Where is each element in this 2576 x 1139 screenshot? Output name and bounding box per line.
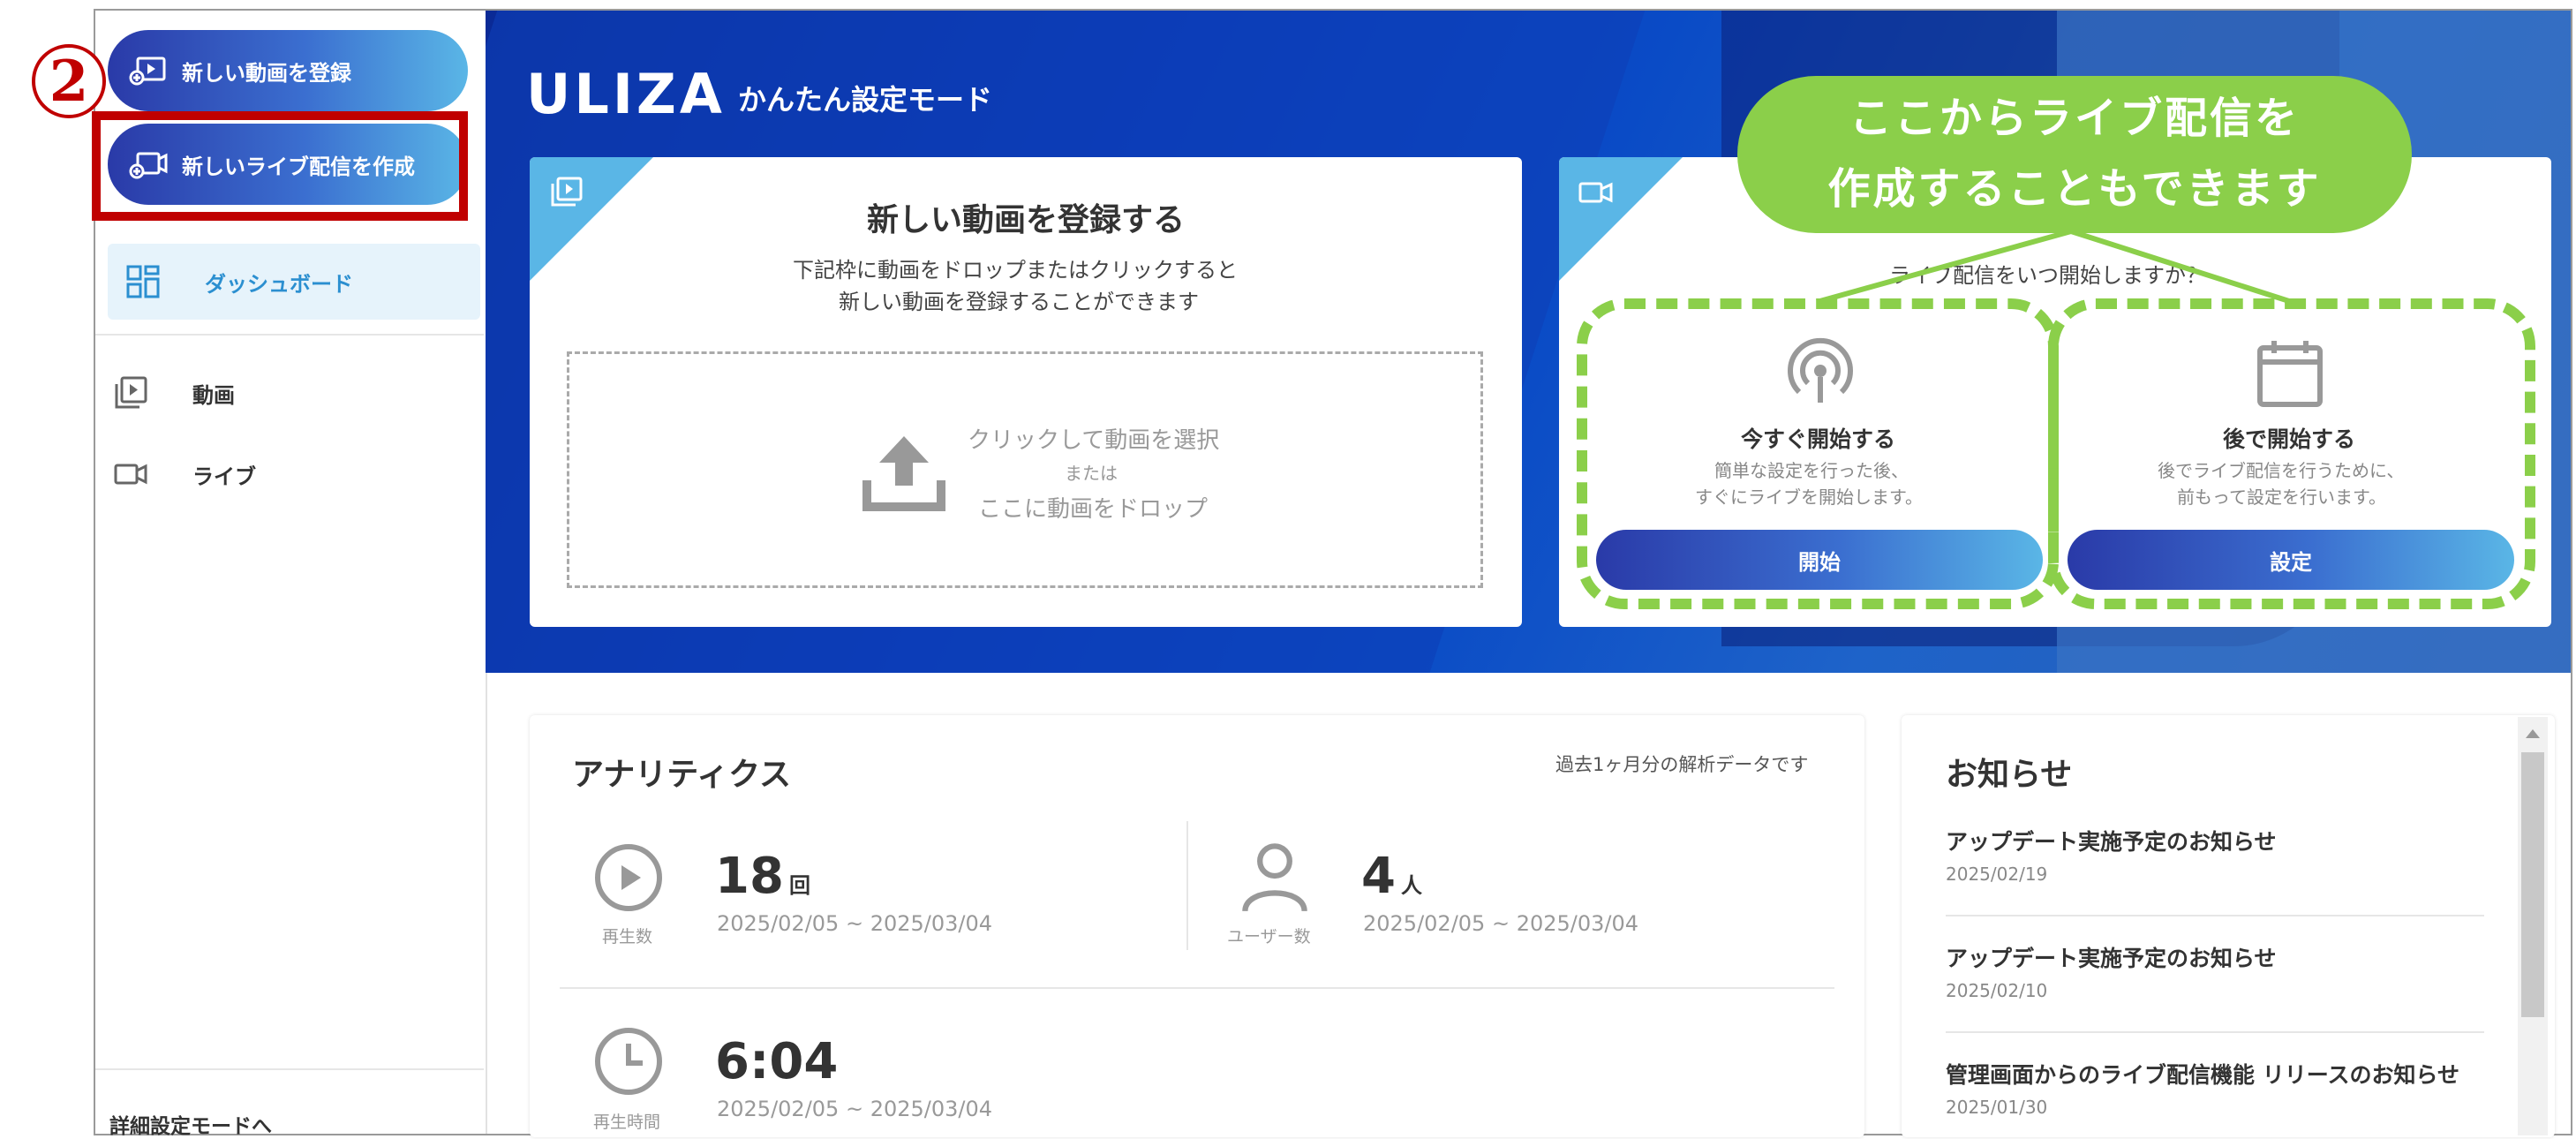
- users-value: 4人: [1361, 848, 1422, 905]
- news-divider: [1946, 915, 2484, 916]
- new-live-highlight: [92, 111, 468, 221]
- upload-icon: [862, 436, 945, 511]
- analytics-note: 過去1ヶ月分の解析データです: [1555, 754, 1809, 775]
- play-icon: [595, 844, 662, 911]
- dashboard-icon: [126, 265, 160, 298]
- plays-value: 18 回: [715, 848, 810, 905]
- sidebar-item-video[interactable]: 動画: [95, 355, 486, 431]
- users-range: 2025/02/05 ~ 2025/03/04: [1363, 911, 1639, 936]
- news-item-date: 2025/01/30: [1946, 1097, 2048, 1118]
- live-question: ライブ配信をいつ開始しますか？: [1889, 263, 2207, 288]
- dropzone-text-3: ここに動画をドロップ: [978, 496, 1209, 523]
- video-library-icon: [115, 376, 147, 409]
- scroll-up-arrow[interactable]: [2526, 729, 2540, 738]
- clock-icon: [595, 1028, 662, 1095]
- sidebar-item-label: ライブ: [192, 464, 256, 489]
- news-divider: [1946, 1031, 2484, 1033]
- analytics-title: アナリティクス: [572, 757, 792, 793]
- new-video-button[interactable]: 新しい動画を登録: [108, 30, 468, 111]
- callout-bubble: ここからライブ配信を 作成することもできます: [1737, 76, 2412, 233]
- plays-unit: 回: [788, 873, 810, 898]
- camera-icon: [114, 464, 147, 485]
- add-video-icon: [129, 57, 166, 86]
- users-unit: 人: [1400, 873, 1422, 898]
- news-title: お知らせ: [1946, 757, 2073, 793]
- time-value: 6:04: [715, 1033, 839, 1090]
- callout-line-1: ここからライブ配信を: [1849, 94, 2300, 143]
- news-item-date: 2025/02/10: [1946, 980, 2048, 1001]
- start-later-highlight: [2048, 298, 2535, 609]
- sidebar-item-label: 動画: [192, 382, 235, 408]
- users-number: 4: [1361, 848, 1396, 905]
- card-corner: [1559, 157, 1683, 281]
- dropzone-text-2: または: [1065, 463, 1118, 484]
- scrollbar-thumb[interactable]: [2521, 752, 2544, 1017]
- card-corner: [530, 157, 653, 281]
- advanced-mode-link[interactable]: 詳細設定モードへ: [109, 1109, 272, 1139]
- sidebar-item-dashboard[interactable]: ダッシュボード: [108, 244, 480, 320]
- user-icon: [1242, 843, 1307, 912]
- news-item-title[interactable]: アップデート実施予定のお知らせ: [1946, 941, 2277, 973]
- news-item-title[interactable]: アップデート実施予定のお知らせ: [1946, 825, 2277, 856]
- sidebar-footer-divider: [95, 1068, 484, 1070]
- news-scrollbar[interactable]: [2518, 717, 2548, 1135]
- news-item-date: 2025/02/19: [1946, 864, 2048, 885]
- mode-label: かんたん設定モード: [738, 83, 993, 117]
- plays-caption: 再生数: [602, 927, 653, 947]
- camera-icon: [1578, 182, 1613, 203]
- stat-divider-vertical: [1186, 821, 1188, 950]
- upload-card-title: 新しい動画を登録する: [867, 202, 1186, 238]
- video-library-icon: [551, 177, 583, 207]
- new-video-button-label: 新しい動画を登録: [182, 60, 351, 86]
- start-now-highlight: [1577, 298, 2059, 609]
- plays-number: 18: [715, 848, 784, 905]
- upload-card-desc-1: 下記枠に動画をドロップまたはクリックすると: [793, 258, 1238, 283]
- time-caption: 再生時間: [593, 1113, 661, 1132]
- stat-divider-horizontal: [560, 987, 1834, 989]
- sidebar-item-live[interactable]: ライブ: [95, 436, 486, 512]
- step-badge: 2: [32, 44, 106, 118]
- news-item-title[interactable]: 管理画面からのライブ配信機能 リリースのお知らせ: [1946, 1058, 2459, 1090]
- brand-logo: ULIZA: [526, 62, 726, 126]
- sidebar-item-label: ダッシュボード: [205, 271, 353, 297]
- users-caption: ユーザー数: [1227, 927, 1311, 947]
- callout-line-2: 作成することもできます: [1827, 164, 2322, 214]
- time-range: 2025/02/05 ~ 2025/03/04: [717, 1097, 993, 1121]
- sidebar-divider: [95, 334, 484, 336]
- video-dropzone[interactable]: [567, 351, 1483, 588]
- upload-card-desc-2: 新しい動画を登録することができます: [839, 290, 1199, 314]
- plays-range: 2025/02/05 ~ 2025/03/04: [717, 911, 993, 936]
- dropzone-text-1: クリックして動画を選択: [968, 427, 1220, 454]
